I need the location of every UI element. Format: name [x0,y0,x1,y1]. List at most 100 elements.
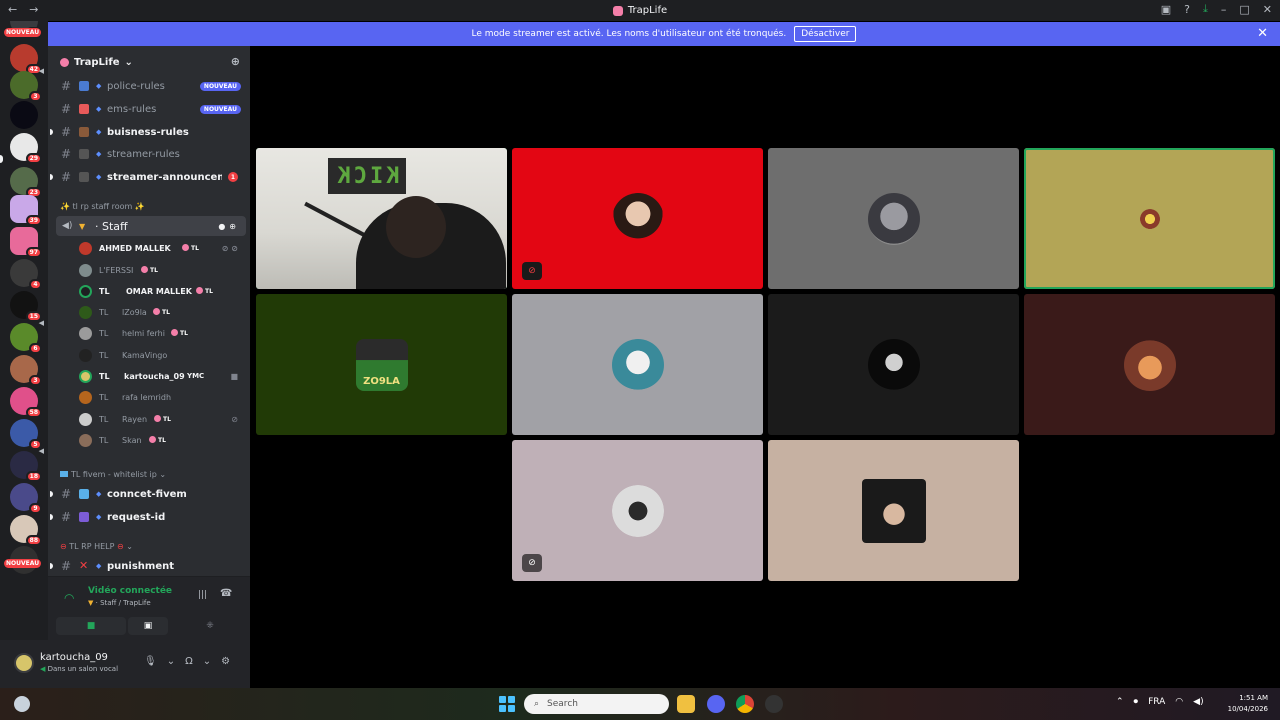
voice-member[interactable]: L'FERSSI TL [48,260,250,280]
settings-gear-icon[interactable]: ⚙ [221,656,230,667]
headphones-icon[interactable]: Ω [185,656,193,667]
muted-icon: ⊘ [231,414,238,424]
server-icon[interactable]: 15 [10,291,42,322]
avatar [79,390,92,404]
id-emoji-icon [79,512,89,522]
camera-button[interactable]: ■ [56,617,126,635]
discord-taskbar-icon[interactable] [707,695,725,713]
avatar [79,305,92,319]
noise-suppression-icon[interactable]: ||| [198,590,207,600]
category-fivem[interactable]: TL fivem - whitelist ip ⌄ [60,470,166,479]
no-entry-emoji-icon: ⊖ [60,542,67,551]
category-help[interactable]: ⊖ TL RP HELP ⊖ ⌄ [60,542,133,551]
server-icon[interactable]: 5 [10,419,42,450]
voice-member[interactable]: AHMED MALLEK TL ⊘ ⊘ [48,238,250,258]
server-icon[interactable] [10,101,38,129]
server-icon-traplife[interactable]: 97 [10,227,42,258]
activities-button[interactable]: ⁜ [178,617,242,635]
channel-streamer-announcements[interactable]: # ◆ streamer-announcem... 1 [48,167,250,187]
banner-close-icon[interactable]: ✕ [1257,26,1268,41]
server-icon[interactable]: 4 [10,259,42,290]
inbox-icon[interactable]: ▣ [1161,3,1171,16]
voice-member[interactable]: TL helmi ferhi TL [48,323,250,343]
avatar[interactable] [14,653,34,673]
channel-streamer-rules[interactable]: # ◆ streamer-rules [48,144,250,164]
video-tile[interactable] [768,294,1019,435]
no-entry-emoji-icon: ⊖ [116,542,124,551]
file-explorer-icon[interactable] [677,695,695,713]
member-prefix: TL [99,328,109,338]
new-tag: NOUVEAU [199,104,241,114]
clock[interactable]: 1:51 AM 10/04/2026 [1228,693,1268,715]
chevron-down-icon[interactable]: ⌄ [203,656,211,667]
voice-channel-name: · Staff [95,219,128,233]
video-tile[interactable] [768,148,1019,289]
weather-widget-icon[interactable] [14,696,30,712]
video-tile[interactable]: ⊘ [512,440,763,581]
language-indicator[interactable]: FRA [1148,697,1165,707]
server-icon[interactable]: 9 [10,483,42,514]
microphone-icon[interactable]: 🎙︎ [144,656,157,667]
chat-and-invite-icons[interactable]: ●⊕ [218,222,240,231]
disable-streamer-mode-button[interactable]: Désactiver [794,26,857,42]
screen-share-button[interactable]: ▣ [128,617,168,635]
voice-member[interactable]: TL OMAR MALLEK TL [48,281,250,301]
channel-punishment[interactable]: # ✕ ◆ punishment [48,556,250,576]
channel-police-rules[interactable]: # ◆ police-rules NOUVEAU [48,76,250,96]
voice-member[interactable]: TL lZo9la TL [48,302,250,322]
server-icon[interactable]: 29 [10,133,42,164]
server-icon[interactable]: ◀ 6 [10,319,44,354]
voice-member[interactable]: TL KamaVingo [48,345,250,365]
participant-avatar [611,338,664,391]
video-tile[interactable]: ⊘ [512,148,763,289]
video-tile[interactable] [512,294,763,435]
voice-member[interactable]: TL rafa lemridh [48,387,250,407]
maximize-icon[interactable]: □ [1239,3,1249,16]
category-staff-room[interactable]: ✨ tl rp staff room ✨ [60,202,145,211]
chrome-icon[interactable] [736,695,754,713]
channel-request-id[interactable]: # ◆ request-id [48,507,250,527]
signal-icon[interactable]: ◠ [64,591,74,605]
guild-header[interactable]: TrapLife ⌄ ⊕ [48,46,250,78]
disconnect-icon[interactable]: ☎ [220,588,232,599]
hash-icon: # [61,170,72,184]
minimize-icon[interactable]: – [1221,3,1227,16]
channel-buisness-rules[interactable]: # ◆ buisness-rules [48,122,250,142]
chevron-down-icon[interactable]: ⌄ [167,656,175,667]
forward-arrow-icon[interactable]: → [29,3,38,16]
server-icon[interactable]: 3 [10,355,42,386]
add-member-icon[interactable]: ⊕ [231,55,240,68]
video-tile[interactable] [768,440,1019,581]
volume-icon[interactable]: ◀) [1193,697,1203,707]
microphone-icon[interactable]: ⏺ [1134,697,1139,707]
video-tile[interactable]: ZO9LA [256,294,507,435]
server-icon[interactable]: 58 [10,387,42,418]
close-icon[interactable]: ✕ [1263,3,1272,16]
chevron-up-icon[interactable]: ⌃ [1116,697,1124,707]
video-tile-camera[interactable]: KICK [256,148,507,289]
voice-channel-staff[interactable]: ◀) ▼ · Staff ●⊕ [56,216,246,236]
voice-member[interactable]: TL Skan TL [48,430,250,450]
help-icon[interactable]: ? [1184,3,1190,16]
server-icon[interactable]: ◀ 3 [10,67,44,102]
video-tile[interactable] [1024,294,1275,435]
video-tile[interactable] [1024,148,1275,289]
download-icon[interactable]: ⤓ [1203,2,1208,16]
server-icon[interactable]: 23 [10,167,42,198]
server-icon[interactable]: ◀ 18 [10,447,44,482]
steam-icon[interactable] [765,695,783,713]
taskbar-search[interactable]: ⌕ Search [524,694,669,714]
back-arrow-icon[interactable]: ← [8,3,17,16]
voice-member[interactable]: TL kartoucha_09 YMC ■ [48,366,250,386]
channel-conncet-fivem[interactable]: # ◆ conncet-fivem [48,484,250,504]
voice-member[interactable]: TL Rayen TL ⊘ [48,409,250,429]
server-icon[interactable]: 88 [10,515,42,546]
member-name: OMAR MALLEK [126,286,192,296]
server-icon[interactable]: 39 [10,195,42,226]
voice-status[interactable]: Vidéo connectée [88,586,172,596]
user-name[interactable]: kartoucha_09 [40,652,108,663]
channel-ems-rules[interactable]: # ◆ ems-rules NOUVEAU [48,99,250,119]
wifi-icon[interactable]: ◠ [1175,697,1183,707]
windows-start-icon[interactable] [499,696,515,712]
server-icon[interactable]: 42 [10,44,42,75]
